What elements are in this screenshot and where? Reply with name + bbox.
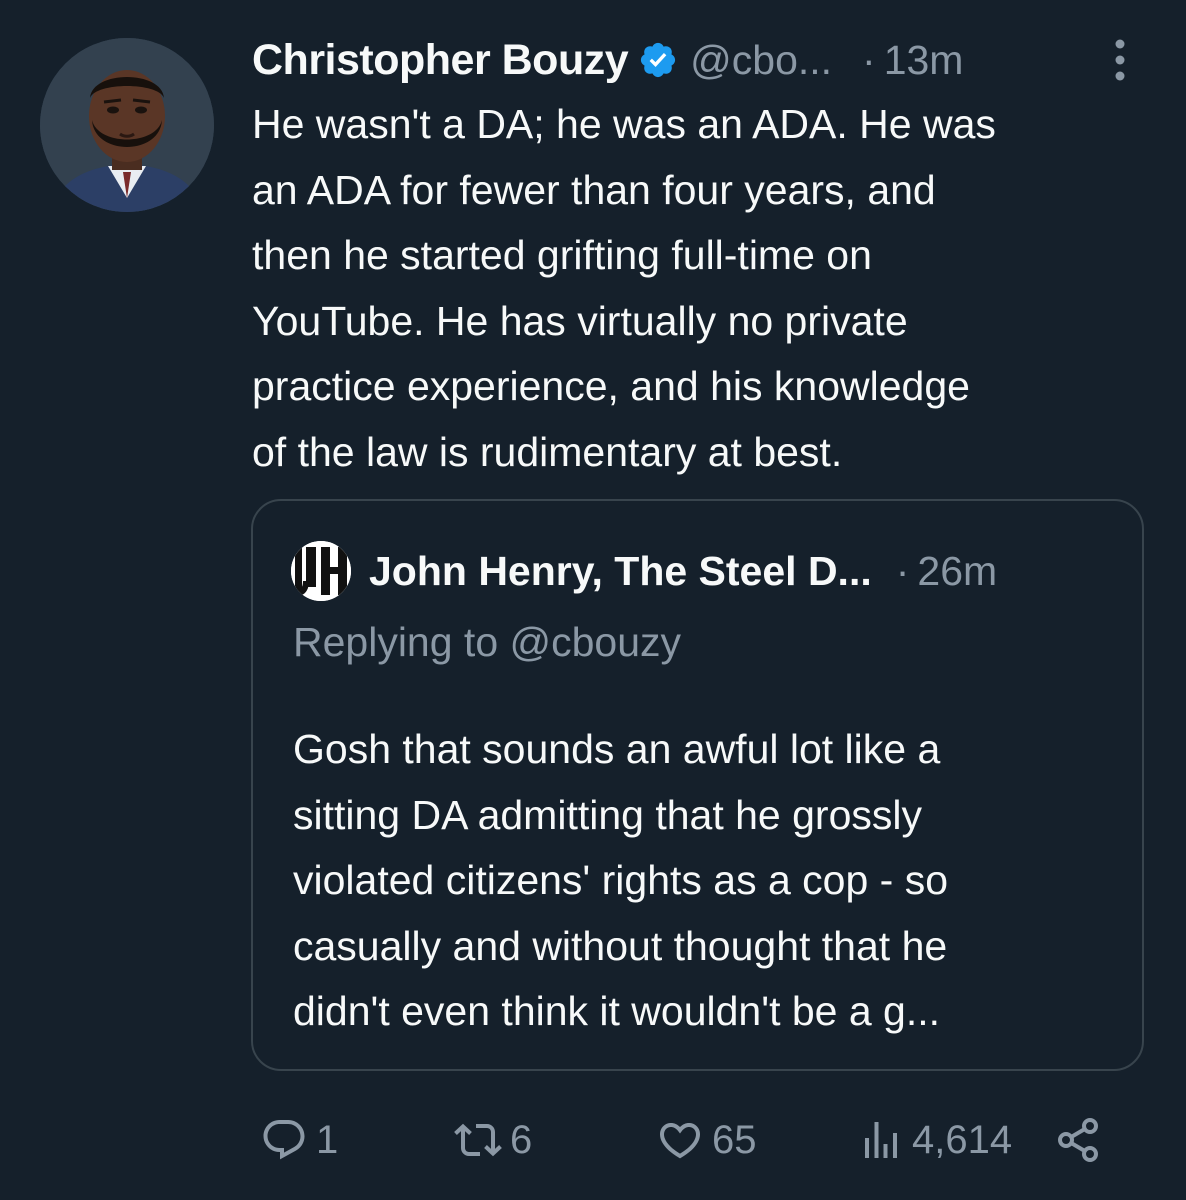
reply-count: 1: [316, 1117, 339, 1162]
tweet-header: Christopher Bouzy @cbo... · 13m: [252, 30, 1152, 90]
more-options-icon[interactable]: [1106, 36, 1134, 84]
quoted-tweet-header: John Henry, The Steel D... · 26m: [291, 541, 997, 601]
tweet-text: He wasn't a DA; he was an ADA. He was an…: [252, 92, 1162, 485]
retweet-count: 6: [510, 1117, 533, 1162]
like-button[interactable]: 65: [654, 1108, 757, 1172]
quoted-text-line: Gosh that sounds an awful lot like a: [293, 726, 941, 772]
share-icon: [1058, 1118, 1098, 1162]
tweet-text-line: He wasn't a DA; he was an ADA. He was: [252, 101, 996, 147]
tweet-time[interactable]: 13m: [884, 37, 964, 84]
tweet-text-line: YouTube. He has virtually no private: [252, 297, 908, 344]
quoted-tweet-time: 26m: [917, 547, 998, 594]
views-button[interactable]: 4,614: [856, 1108, 1012, 1172]
author-handle[interactable]: @cbo...: [690, 37, 832, 84]
quoted-tweet[interactable]: John Henry, The Steel D... · 26m Replyin…: [251, 499, 1144, 1071]
views-count: 4,614: [912, 1117, 1013, 1162]
author-name[interactable]: Christopher Bouzy: [252, 36, 629, 85]
author-avatar[interactable]: [40, 38, 214, 212]
tweet: Christopher Bouzy @cbo... · 13m He wasn'…: [0, 0, 1186, 1200]
tweet-text-line: an ADA for fewer than four years, and: [252, 166, 936, 213]
views-icon: [865, 1122, 897, 1158]
jh-logo-icon: [291, 541, 351, 601]
time-separator: ·: [862, 36, 876, 83]
author-avatar-image: [40, 38, 214, 212]
quoted-text-line: sitting DA admitting that he grossly: [293, 791, 922, 838]
retweet-icon: [454, 1123, 502, 1157]
retweet-button[interactable]: 6: [452, 1108, 532, 1172]
quoted-tweet-text: Gosh that sounds an awful lot like a sit…: [293, 717, 1123, 1045]
tweet-text-line: of the law is rudimentary at best.: [252, 428, 843, 475]
reply-icon: [263, 1120, 305, 1160]
quoted-text-line: didn't even think it wouldn't be a g...: [293, 988, 941, 1034]
like-count: 65: [712, 1117, 757, 1162]
tweet-text-line: practice experience, and his knowledge: [252, 363, 970, 409]
quoted-text-line: casually and without thought that he: [293, 922, 948, 969]
quoted-time-separator: ·: [895, 547, 910, 594]
quoted-author-name[interactable]: John Henry, The Steel D...: [369, 548, 872, 595]
share-button[interactable]: [1052, 1108, 1104, 1172]
tweet-text-line: then he started grifting full-time on: [252, 232, 872, 278]
quoted-author-avatar[interactable]: [291, 541, 351, 601]
tweet-actions-bar: 1 6 65 4,614: [0, 1108, 1186, 1172]
replying-to-label: Replying to @cbouzy: [293, 619, 682, 665]
reply-button[interactable]: 1: [258, 1108, 338, 1172]
heart-icon: [659, 1123, 701, 1159]
quoted-text-line: violated citizens' rights as a cop - so: [293, 857, 949, 903]
verified-badge-icon: [638, 40, 678, 80]
